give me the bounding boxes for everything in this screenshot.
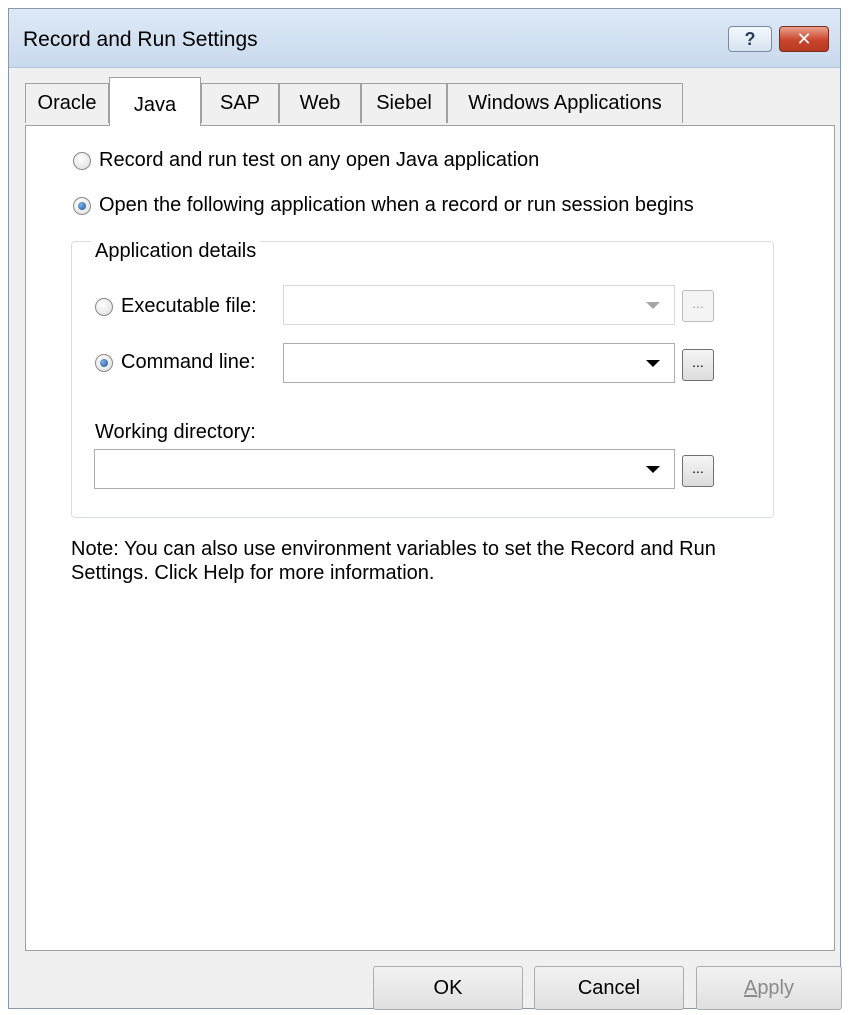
- title-bar[interactable]: Record and Run Settings ? ✕: [9, 9, 840, 68]
- radio-open-following-app[interactable]: [73, 197, 91, 215]
- help-button[interactable]: ?: [728, 26, 772, 52]
- cancel-button[interactable]: Cancel: [534, 966, 684, 1010]
- apply-label-rest: pply: [757, 977, 795, 999]
- record-run-settings-dialog: Record and Run Settings ? ✕ Oracle Java …: [8, 8, 842, 1010]
- radio-executable-file[interactable]: [95, 298, 113, 316]
- help-note: Note: You can also use environment varia…: [71, 538, 716, 584]
- working-directory-browse-button[interactable]: ...: [682, 455, 714, 487]
- radio-any-open-java[interactable]: [73, 152, 91, 170]
- tab-windows-applications[interactable]: Windows Applications: [447, 83, 683, 123]
- tab-java[interactable]: Java: [109, 77, 201, 126]
- apply-accelerator: A: [743, 977, 758, 999]
- executable-file-combo[interactable]: [283, 285, 675, 325]
- radio-open-following-app-label[interactable]: Open the following application when a re…: [99, 194, 694, 217]
- window-title: Record and Run Settings: [23, 28, 258, 51]
- chevron-down-icon[interactable]: [646, 466, 660, 473]
- command-line-combo[interactable]: [283, 343, 675, 383]
- radio-command-line[interactable]: [95, 354, 113, 372]
- chevron-down-icon[interactable]: [646, 302, 660, 309]
- command-line-label[interactable]: Command line:: [121, 351, 256, 374]
- executable-file-label[interactable]: Executable file:: [121, 295, 257, 318]
- close-button[interactable]: ✕: [779, 26, 829, 52]
- tab-web[interactable]: Web: [279, 83, 361, 123]
- chevron-down-icon[interactable]: [646, 360, 660, 367]
- tab-sap[interactable]: SAP: [201, 83, 279, 123]
- radio-any-open-java-label[interactable]: Record and run test on any open Java app…: [99, 149, 539, 172]
- executable-browse-button[interactable]: ...: [682, 290, 714, 322]
- working-directory-label: Working directory:: [95, 421, 256, 443]
- apply-button[interactable]: Apply: [696, 966, 842, 1010]
- command-line-browse-button[interactable]: ...: [682, 349, 714, 381]
- application-details-legend: Application details: [91, 240, 261, 263]
- ok-button[interactable]: OK: [373, 966, 523, 1010]
- tab-oracle[interactable]: Oracle: [25, 83, 109, 123]
- tab-siebel[interactable]: Siebel: [361, 83, 447, 123]
- working-directory-combo[interactable]: [94, 449, 675, 489]
